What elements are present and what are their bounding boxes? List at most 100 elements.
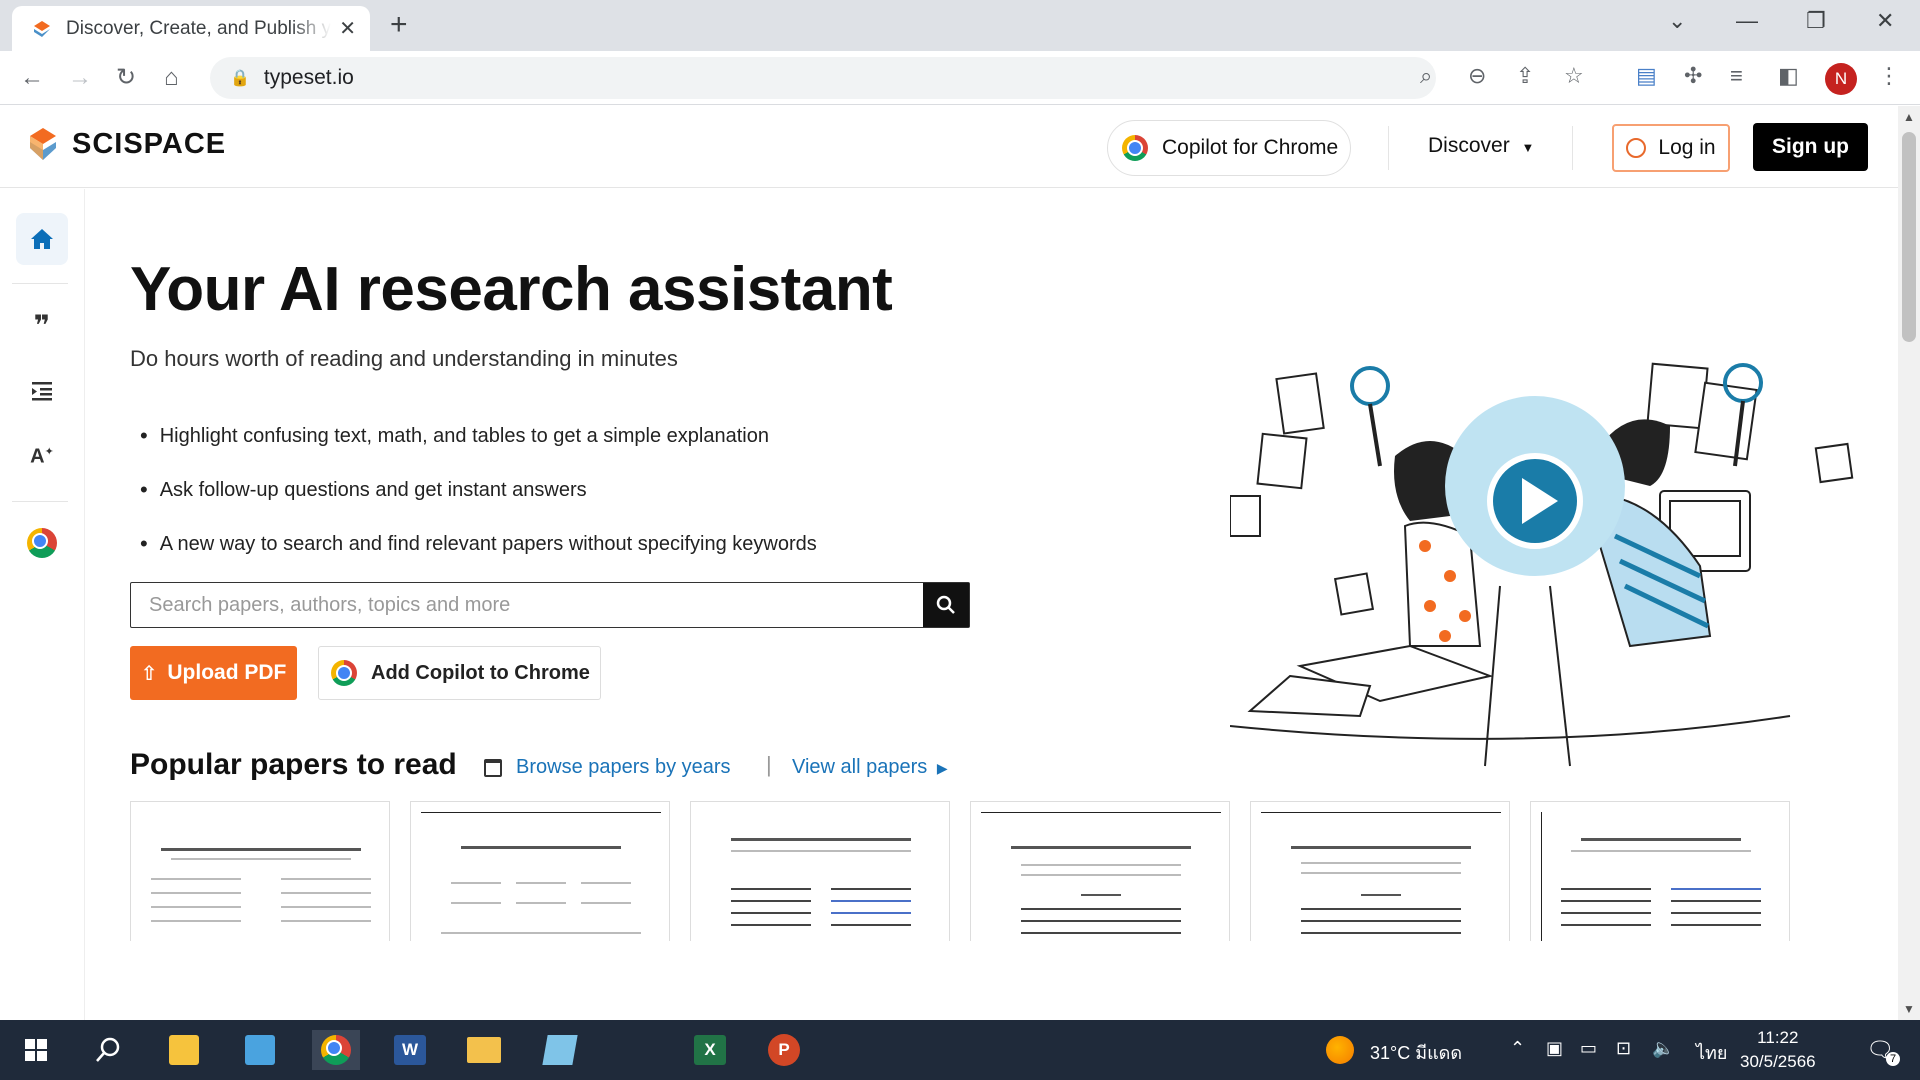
- sticky-notes-icon[interactable]: [162, 1030, 206, 1070]
- paper-card[interactable]: [410, 801, 670, 941]
- hero-illustration: [1230, 362, 1854, 767]
- sidebar-item-chrome-extension[interactable]: [16, 517, 68, 569]
- search-button[interactable]: [923, 583, 969, 627]
- search-input[interactable]: [131, 583, 923, 627]
- menu-kebab-icon[interactable]: ⋮: [1878, 63, 1900, 89]
- weather-text[interactable]: 31°C มีแดด: [1370, 1038, 1462, 1067]
- show-hidden-icons-icon[interactable]: ⌃: [1510, 1038, 1525, 1059]
- word-icon[interactable]: W: [388, 1030, 432, 1070]
- window-close-icon[interactable]: ✕: [1876, 8, 1894, 34]
- tab-title: Discover, Create, and Publish your resea…: [66, 17, 332, 39]
- notification-center-icon[interactable]: 🗨 7: [1858, 1030, 1902, 1070]
- ai-text-icon: A✦: [30, 445, 54, 468]
- share-icon[interactable]: ⇪: [1516, 63, 1534, 89]
- store-app-icon[interactable]: [238, 1030, 282, 1070]
- logo-text: SCISPACE: [72, 127, 227, 160]
- site-header: SCISPACE Copilot for Chrome Discover ▼ L…: [0, 106, 1898, 188]
- paper-card[interactable]: [690, 801, 950, 941]
- forward-icon[interactable]: →: [68, 63, 92, 93]
- home-icon: [31, 229, 53, 249]
- scispace-favicon-icon: [34, 20, 50, 37]
- paper-card[interactable]: [970, 801, 1230, 941]
- view-all-label: View all papers: [792, 756, 928, 778]
- paper-card[interactable]: [130, 801, 390, 941]
- upload-label: Upload PDF: [167, 661, 287, 684]
- tab-close-icon[interactable]: ✕: [339, 16, 356, 41]
- extensions-puzzle-icon[interactable]: ✣: [1684, 63, 1702, 89]
- minimize-icon[interactable]: —: [1736, 8, 1758, 34]
- left-sidebar: ❞ A✦: [0, 189, 85, 1020]
- profile-avatar[interactable]: N: [1825, 63, 1857, 95]
- login-button[interactable]: Log in: [1612, 124, 1730, 172]
- header-divider: [1572, 126, 1573, 170]
- clock-time: 11:22: [1757, 1028, 1799, 1047]
- meet-now-icon[interactable]: ▣: [1546, 1038, 1563, 1059]
- copilot-for-chrome-button[interactable]: Copilot for Chrome: [1107, 120, 1351, 176]
- hero-subtitle: Do hours worth of reading and understand…: [130, 346, 678, 371]
- feature-item: Ask follow-up questions and get instant …: [140, 463, 817, 517]
- signup-button[interactable]: Sign up: [1753, 123, 1868, 171]
- chrome-icon: [27, 528, 57, 558]
- address-bar[interactable]: 🔒 typeset.io ⌕ ⊖ ⇪ ☆: [210, 57, 1584, 99]
- home-browser-icon[interactable]: ⌂: [164, 63, 179, 93]
- search-icon: [936, 595, 955, 614]
- excel-icon[interactable]: X: [688, 1030, 732, 1070]
- media-control-icon[interactable]: ≡: [1730, 63, 1743, 89]
- scispace-extension-icon[interactable]: ▤: [1636, 63, 1657, 89]
- volume-icon[interactable]: 🔈: [1652, 1038, 1674, 1059]
- back-icon[interactable]: ←: [20, 63, 44, 93]
- browser-tab[interactable]: Discover, Create, and Publish your resea…: [12, 6, 370, 51]
- feature-list: Highlight confusing text, math, and tabl…: [140, 409, 817, 571]
- scroll-down-icon[interactable]: ▼: [1903, 1002, 1915, 1016]
- zoom-out-icon[interactable]: ⊖: [1468, 63, 1486, 89]
- scrollbar-thumb[interactable]: [1902, 132, 1916, 342]
- caret-down-icon: ▼: [1521, 140, 1535, 155]
- search-page-icon[interactable]: ⌕: [1420, 63, 1432, 89]
- tab-search-icon[interactable]: ⌄: [1668, 8, 1686, 34]
- file-explorer-icon[interactable]: [462, 1030, 506, 1070]
- bookmark-star-icon[interactable]: ☆: [1564, 63, 1584, 89]
- start-button[interactable]: [14, 1030, 58, 1070]
- weather-sun-icon[interactable]: [1326, 1036, 1354, 1064]
- chrome-taskbar-icon[interactable]: [312, 1030, 360, 1070]
- notification-count: 7: [1886, 1052, 1900, 1066]
- sidebar-item-literature[interactable]: [16, 365, 68, 417]
- sidebar-item-home[interactable]: [16, 213, 68, 265]
- browse-by-years-link[interactable]: Browse papers by years: [484, 756, 731, 779]
- new-tab-icon[interactable]: +: [390, 10, 408, 40]
- lock-icon: 🔒: [230, 70, 250, 87]
- tab-strip: Discover, Create, and Publish your resea…: [0, 0, 1920, 51]
- quote-icon: ❞: [33, 309, 51, 341]
- scispace-logo[interactable]: SCISPACE: [26, 126, 226, 162]
- system-clock[interactable]: 11:22 30/5/2566: [1740, 1026, 1816, 1074]
- reload-icon[interactable]: ↻: [116, 63, 136, 93]
- page-scrollbar[interactable]: ▲ ▼: [1898, 106, 1920, 1020]
- discover-dropdown[interactable]: Discover ▼: [1428, 134, 1534, 158]
- sidebar-item-paraphraser[interactable]: A✦: [16, 431, 68, 483]
- paper-card[interactable]: [1530, 801, 1790, 941]
- powerpoint-icon[interactable]: P: [762, 1030, 806, 1070]
- scispace-logo-icon: [30, 128, 56, 160]
- network-icon[interactable]: ⊡: [1616, 1038, 1631, 1059]
- feature-item: Highlight confusing text, math, and tabl…: [140, 409, 817, 463]
- input-language[interactable]: ไทย: [1696, 1038, 1727, 1067]
- list-indent-icon: [32, 382, 52, 401]
- sidebar-item-citation[interactable]: ❞: [16, 299, 68, 351]
- battery-icon[interactable]: ▭: [1580, 1038, 1597, 1059]
- taskbar-search-icon[interactable]: [86, 1030, 130, 1070]
- web-page: SCISPACE Copilot for Chrome Discover ▼ L…: [0, 106, 1898, 1020]
- notepad-app-icon[interactable]: [538, 1030, 582, 1070]
- scroll-up-icon[interactable]: ▲: [1903, 110, 1915, 124]
- copilot-label: Copilot for Chrome: [1162, 136, 1339, 159]
- side-panel-icon[interactable]: ◧: [1778, 63, 1799, 89]
- view-all-papers-link[interactable]: View all papers ▶: [792, 756, 948, 779]
- url-text: typeset.io: [263, 66, 354, 89]
- link-separator: |: [766, 752, 772, 777]
- chrome-icon: [331, 660, 357, 686]
- upload-pdf-button[interactable]: ⇧ Upload PDF: [130, 646, 297, 700]
- paper-card[interactable]: [1250, 801, 1510, 941]
- add-copilot-button[interactable]: Add Copilot to Chrome: [318, 646, 601, 700]
- restore-icon[interactable]: ❐: [1806, 8, 1826, 34]
- upload-icon: ⇧: [140, 662, 158, 685]
- caret-right-icon: ▶: [936, 760, 948, 776]
